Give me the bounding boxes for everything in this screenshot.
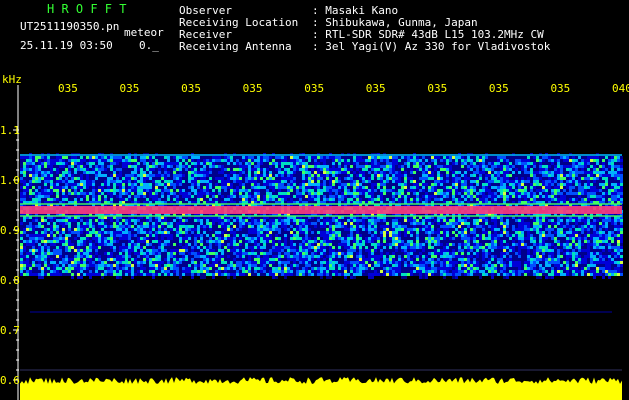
- y-axis-unit-label: kHz: [2, 73, 22, 86]
- carrier-sideband-lower: [20, 215, 622, 217]
- y-tick-label: 0.7: [0, 324, 20, 337]
- x-tick-label: 0400: [612, 82, 629, 95]
- y-tick-label: 0.9: [0, 224, 20, 237]
- x-tick-label: 035: [550, 82, 570, 95]
- x-tick-label: 035: [243, 82, 263, 95]
- date-time: 25.11.19 03:50: [20, 39, 113, 52]
- x-tick-label: 035: [120, 82, 140, 95]
- x-tick-label: 035: [489, 82, 509, 95]
- x-tick-label: 035: [427, 82, 447, 95]
- strong-carrier-line: [20, 206, 622, 214]
- y-tick-label: 1.0: [0, 174, 20, 187]
- field-antenna-value: : 3el Yagi(V) Az 330 for Vladivostok: [312, 40, 551, 53]
- filename: UT2511190350.pn: [20, 20, 120, 33]
- carrier-sideband-upper: [20, 203, 622, 205]
- y-tick-label: 0.6: [0, 374, 20, 387]
- overlay-word: meteor: [124, 26, 164, 39]
- app-title: H R O F F T: [47, 2, 127, 16]
- band-top-edge: [20, 154, 622, 156]
- faint-line: [30, 311, 612, 313]
- x-tick-label: 035: [181, 82, 201, 95]
- x-tick-label: 035: [366, 82, 386, 95]
- y-tick-label: 0.8: [0, 274, 20, 287]
- counter: 0._: [139, 39, 159, 52]
- x-tick-label: 035: [304, 82, 324, 95]
- spectrogram-chart: 1.1 1.0 0.9 0.8 0.7 0.6 035 035 035 035 035 035 035…: [0, 0, 629, 400]
- y-tick-label: 1.1: [0, 124, 20, 137]
- x-tick-label: 035: [58, 82, 78, 95]
- field-antenna-label: Receiving Antenna: [179, 40, 292, 53]
